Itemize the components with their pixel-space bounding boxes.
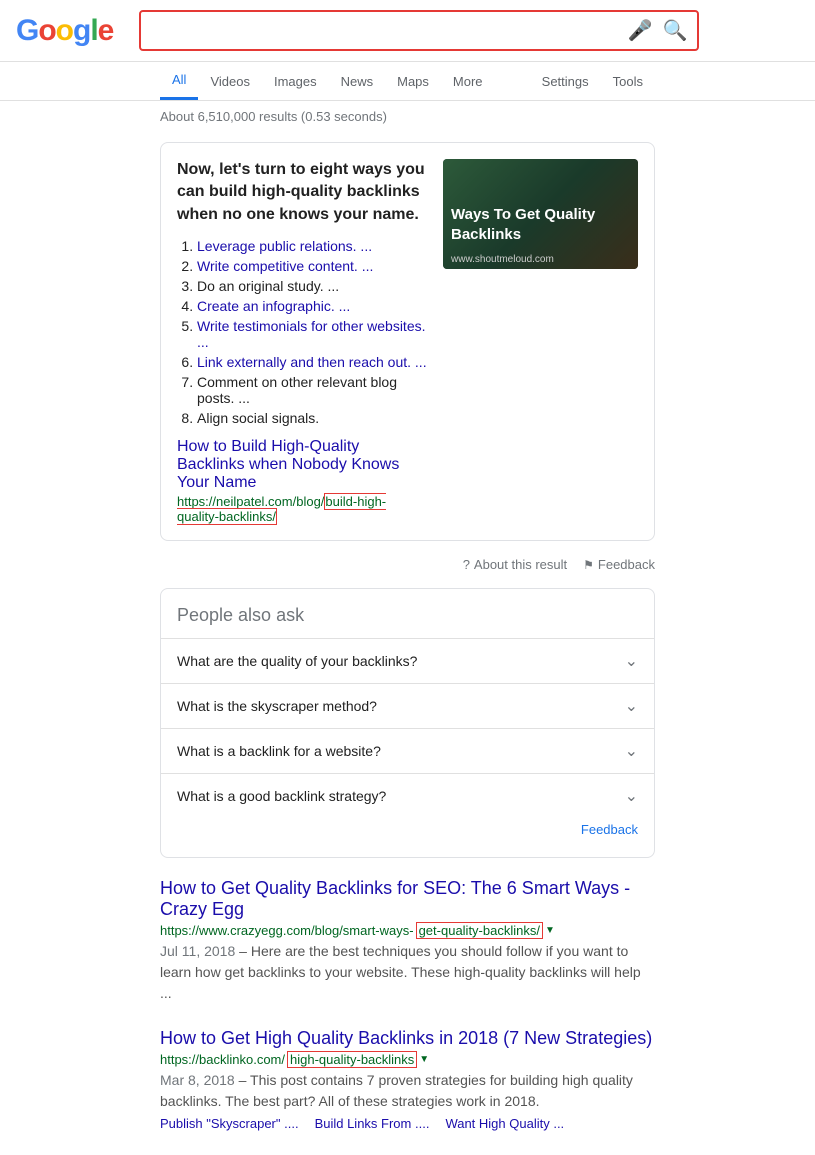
logo-o2: o: [56, 14, 73, 47]
chevron-down-icon: ⌄: [625, 741, 638, 761]
search-input[interactable]: how to get quality backlinks: [151, 22, 627, 40]
tab-news[interactable]: News: [329, 64, 386, 99]
list-item: Write testimonials for other websites. .…: [197, 318, 427, 350]
about-result[interactable]: ? About this result: [463, 557, 567, 572]
snippet-image-overlay: Ways To Get Quality Backlinks www.shoutm…: [443, 159, 638, 269]
list-item: Write competitive content. ...: [197, 258, 427, 274]
tab-more[interactable]: More: [441, 64, 495, 99]
results-section: How to Get Quality Backlinks for SEO: Th…: [0, 878, 815, 1131]
logo-g: G: [16, 14, 38, 47]
snippet-title-link[interactable]: How to Build High-Quality Backlinks when…: [177, 438, 399, 491]
chevron-down-icon: ⌄: [625, 696, 638, 716]
list-item: Leverage public relations. ...: [197, 238, 427, 254]
logo-o1: o: [38, 14, 55, 47]
result-title-1[interactable]: How to Get Quality Backlinks for SEO: Th…: [160, 878, 655, 920]
search-bar[interactable]: how to get quality backlinks 🎤 🔍: [139, 10, 699, 51]
list-item: Align social signals.: [197, 410, 427, 426]
snippet-intro: Now, let's turn to eight ways you can bu…: [177, 159, 427, 226]
snippet-content: Now, let's turn to eight ways you can bu…: [177, 159, 427, 524]
result-sub-links: Publish "Skyscraper" .... Build Links Fr…: [160, 1116, 655, 1131]
result-url-1: https://www.crazyegg.com/blog/smart-ways…: [160, 922, 655, 939]
tab-images[interactable]: Images: [262, 64, 329, 99]
question-icon: ?: [463, 557, 470, 572]
sub-link-2[interactable]: Build Links From ....: [315, 1116, 430, 1131]
tab-all[interactable]: All: [160, 62, 198, 100]
search-icon[interactable]: 🔍: [662, 18, 687, 43]
search-bar-icons: 🎤 🔍: [628, 18, 688, 43]
list-item: Link externally and then reach out. ...: [197, 354, 427, 370]
result-count: About 6,510,000 results (0.53 seconds): [0, 101, 815, 132]
google-logo: Google: [16, 14, 113, 48]
result-item-2: How to Get High Quality Backlinks in 201…: [160, 1028, 655, 1131]
flag-icon: ⚑: [583, 558, 594, 572]
microphone-icon[interactable]: 🎤: [628, 18, 653, 43]
logo-l: l: [90, 14, 97, 47]
featured-snippet: Now, let's turn to eight ways you can bu…: [160, 142, 655, 541]
feedback-button[interactable]: ⚑ Feedback: [583, 557, 655, 572]
paa-feedback[interactable]: Feedback: [161, 818, 654, 841]
settings-link[interactable]: Settings: [530, 64, 601, 99]
snippet-image: Ways To Get Quality Backlinks www.shoutm…: [443, 159, 638, 269]
result-item-1: How to Get Quality Backlinks for SEO: Th…: [160, 878, 655, 1004]
people-also-ask: People also ask What are the quality of …: [160, 588, 655, 858]
snippet-url: https://neilpatel.com/blog/build-high-qu…: [177, 494, 427, 524]
list-item: Create an infographic. ...: [197, 298, 427, 314]
result-title-2[interactable]: How to Get High Quality Backlinks in 201…: [160, 1028, 655, 1049]
result-snippet-1: Jul 11, 2018 – Here are the best techniq…: [160, 941, 655, 1004]
result-snippet-2: Mar 8, 2018 – This post contains 7 prove…: [160, 1070, 655, 1112]
snippet-list: Leverage public relations. ... Write com…: [177, 238, 427, 426]
snippet-image-source: www.shoutmeloud.com: [443, 252, 638, 269]
paa-question-3[interactable]: What is a backlink for a website? ⌄: [161, 728, 654, 773]
logo-g2: g: [73, 14, 90, 47]
paa-question-1[interactable]: What are the quality of your backlinks? …: [161, 638, 654, 683]
header: Google how to get quality backlinks 🎤 🔍: [0, 0, 815, 62]
paa-title: People also ask: [161, 605, 654, 638]
snippet-link[interactable]: How to Build High-Quality Backlinks when…: [177, 438, 427, 492]
chevron-down-icon: ⌄: [625, 786, 638, 806]
tab-videos[interactable]: Videos: [198, 64, 262, 99]
paa-question-2[interactable]: What is the skyscraper method? ⌄: [161, 683, 654, 728]
tools-link[interactable]: Tools: [601, 64, 655, 99]
tab-maps[interactable]: Maps: [385, 64, 441, 99]
snippet-image-title: Ways To Get Quality Backlinks: [443, 197, 638, 252]
list-item: Do an original study. ...: [197, 278, 427, 294]
logo-e: e: [98, 14, 114, 47]
result-url-2: https://backlinko.com/high-quality-backl…: [160, 1051, 655, 1068]
sub-link-3[interactable]: Want High Quality ...: [445, 1116, 564, 1131]
nav-tabs: All Videos Images News Maps More Setting…: [0, 62, 815, 101]
paa-question-4[interactable]: What is a good backlink strategy? ⌄: [161, 773, 654, 818]
sub-link-1[interactable]: Publish "Skyscraper" ....: [160, 1116, 299, 1131]
result-meta: ? About this result ⚑ Feedback: [0, 551, 815, 578]
list-item: Comment on other relevant blog posts. ..…: [197, 374, 427, 406]
chevron-down-icon: ⌄: [625, 651, 638, 671]
